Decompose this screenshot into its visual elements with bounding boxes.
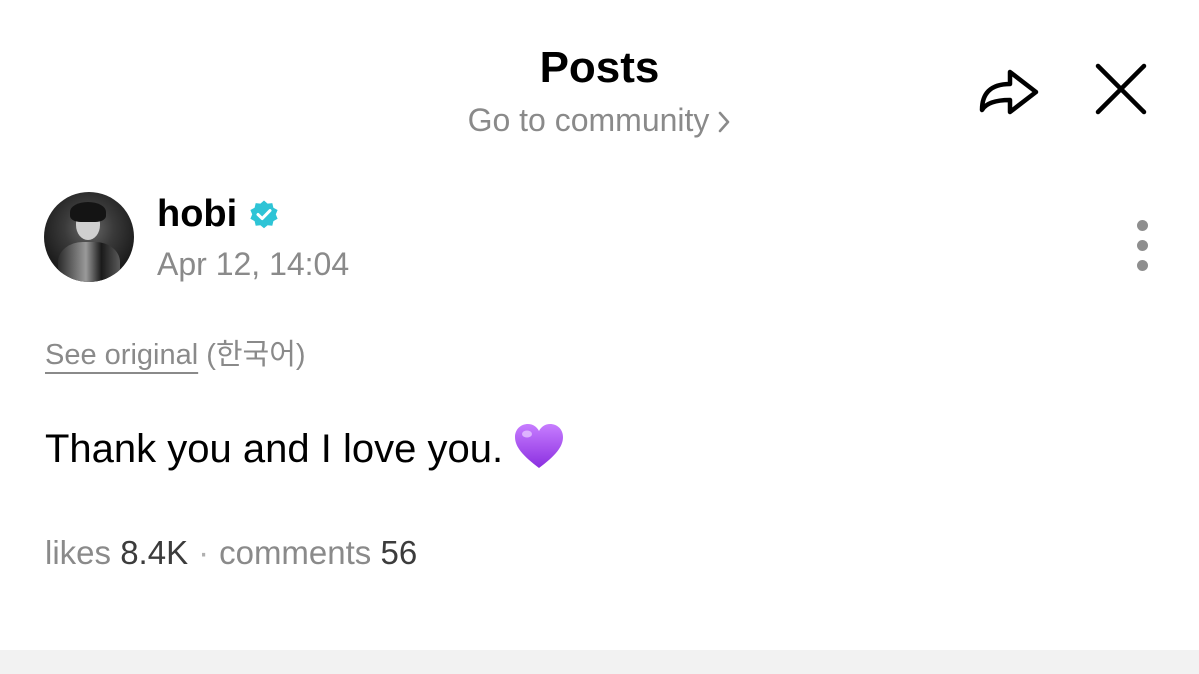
purple-heart-icon [513,422,565,472]
close-icon[interactable] [1090,58,1152,120]
more-options-icon[interactable] [1130,218,1156,274]
see-original-link[interactable]: See original [45,339,198,371]
post-text: Thank you and I love you. [45,424,565,476]
original-language-label: (한국어) [206,339,306,371]
top-bar: Posts Go to community [0,0,1199,160]
comments-stat[interactable]: comments 56 [219,534,417,571]
comments-count: 56 [380,534,418,571]
post-timestamp: Apr 12, 14:04 [157,246,350,282]
post-text-content: Thank you and I love you. [45,427,504,471]
translation-info: See original (한국어) [45,336,306,374]
verified-badge-icon [248,199,280,231]
share-icon[interactable] [974,60,1044,120]
avatar[interactable] [44,192,134,282]
chevron-right-icon [717,103,731,143]
community-link-label: Go to community [467,102,710,138]
post-author: hobi Apr 12, 14:04 [44,192,1144,284]
post-stats: likes 8.4K · comments 56 [45,532,417,574]
likes-stat[interactable]: likes 8.4K [45,534,188,571]
likes-label: likes [45,534,112,571]
author-name[interactable]: hobi [157,192,237,236]
comments-label: comments [219,534,372,571]
section-divider [0,650,1199,674]
likes-count: 8.4K [120,534,189,571]
stats-separator: · [198,534,210,571]
